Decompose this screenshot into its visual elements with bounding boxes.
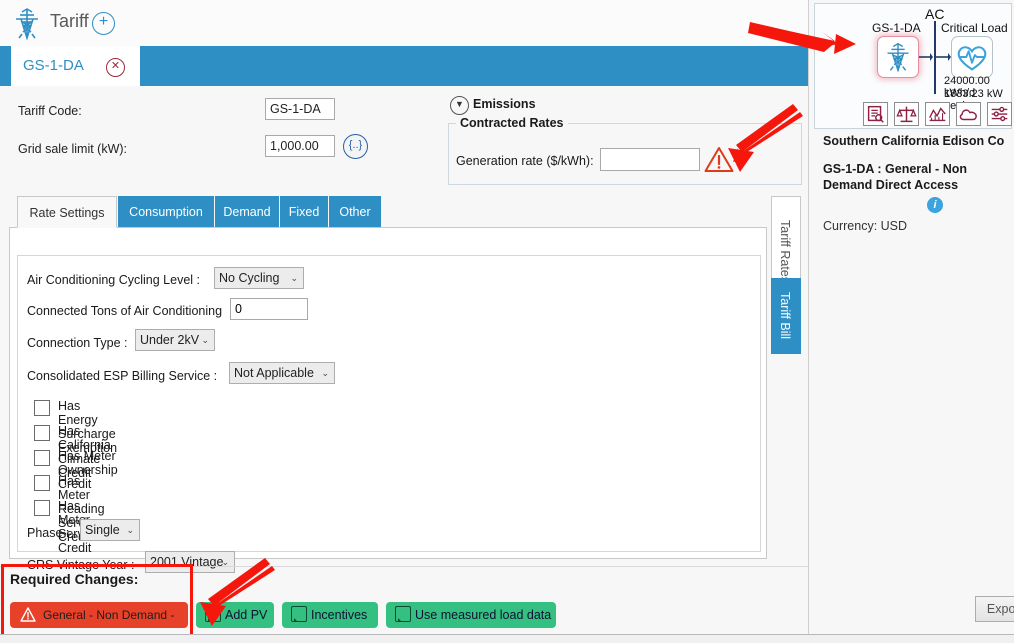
phase-select[interactable]: Single ⌄	[80, 519, 140, 541]
chevron-down-icon: ⌄	[221, 552, 229, 572]
export-button[interactable]: Export	[975, 596, 1014, 622]
main-content-column: Tariff + GS-1-DA ✕ Tariff Code: Grid sal…	[0, 0, 808, 642]
esp-billing-label: Consolidated ESP Billing Service :	[27, 369, 217, 383]
document-tab-gs-1-da[interactable]: GS-1-DA ✕	[8, 46, 140, 86]
close-icon[interactable]: ✕	[106, 58, 125, 77]
annotation-highlight-box	[1, 564, 193, 638]
add-pv-button[interactable]: Add PV	[196, 602, 274, 628]
source-node[interactable]	[877, 36, 919, 78]
generation-rate-input[interactable]	[600, 148, 700, 171]
tab-consumption[interactable]: Consumption	[118, 196, 214, 228]
grid-sale-limit-input[interactable]	[265, 135, 335, 157]
use-measured-load-label: Use measured load data	[415, 602, 551, 628]
chevron-down-icon[interactable]: ▼	[450, 96, 469, 115]
sliders-icon[interactable]	[987, 102, 1012, 126]
checkbox-meter-ownership-credit[interactable]	[34, 450, 50, 466]
ac-cycling-value: No Cycling	[219, 271, 279, 285]
info-callout-icon	[291, 606, 307, 622]
incentives-label: Incentives	[311, 602, 367, 628]
cloud-icon[interactable]	[956, 102, 981, 126]
chevron-down-icon: ⌄	[201, 330, 209, 350]
phase-value: Single	[85, 523, 120, 537]
rate-settings-panel: Air Conditioning Cycling Level : No Cycl…	[9, 227, 767, 559]
esp-billing-select[interactable]: Not Applicable ⌄	[229, 362, 335, 384]
tariff-code-input[interactable]	[265, 98, 335, 120]
transmission-tower-icon	[878, 37, 918, 77]
emissions-section: ▼ Emissions Contracted Rates	[446, 92, 806, 188]
document-tab-label: GS-1-DA	[23, 57, 84, 74]
info-circle-icon[interactable]: i	[927, 197, 943, 213]
add-tariff-button[interactable]: +	[92, 12, 115, 35]
chevron-down-icon: ⌄	[290, 268, 298, 288]
add-pv-label: Add PV	[225, 602, 267, 628]
warning-triangle-icon	[704, 146, 734, 173]
connector-arrow-icon	[919, 50, 933, 64]
connected-tons-label: Connected Tons of Air Conditioning	[27, 304, 222, 318]
app-title: Tariff	[50, 11, 89, 32]
checkbox-energy-surcharge-exemption[interactable]	[34, 400, 50, 416]
esp-billing-value: Not Applicable	[234, 366, 314, 380]
incentives-button[interactable]: Incentives	[282, 602, 378, 628]
right-sidebar: AC GS-1-DA Critical Load	[808, 0, 1014, 642]
balance-scales-icon[interactable]	[894, 102, 919, 126]
tab-rate-settings[interactable]: Rate Settings	[17, 196, 117, 228]
chevron-down-icon: ⌄	[321, 363, 329, 383]
utility-name: Southern California Edison Co	[823, 134, 1013, 148]
tariff-basic-form: Tariff Code: Grid sale limit (kW): {..}	[0, 92, 440, 188]
info-callout-icon	[205, 606, 221, 622]
grid-sale-schedule-button[interactable]: {..}	[343, 134, 368, 159]
tariff-code-label: Tariff Code:	[18, 104, 82, 118]
app-header: Tariff +	[0, 0, 808, 46]
ac-bus-label: AC	[925, 6, 944, 22]
connection-type-label: Connection Type :	[27, 336, 128, 350]
ac-cycling-select[interactable]: No Cycling ⌄	[214, 267, 304, 289]
phase-label: Phase :	[27, 526, 69, 540]
diagram-toolbar	[863, 102, 1013, 126]
connector-arrow-icon	[936, 50, 951, 64]
source-node-label: GS-1-DA	[872, 21, 921, 35]
heart-pulse-icon	[952, 37, 992, 77]
emissions-label: Emissions	[473, 97, 536, 111]
load-node[interactable]	[951, 36, 993, 78]
tab-fixed[interactable]: Fixed	[280, 196, 328, 228]
checkbox-meter-services-credit[interactable]	[34, 500, 50, 516]
tab-other[interactable]: Other	[329, 196, 381, 228]
chevron-down-icon: ⌄	[126, 520, 134, 540]
tab-tariff-bill[interactable]: Tariff Bill	[771, 278, 801, 354]
load-node-label: Critical Load	[941, 21, 1008, 35]
connected-tons-input[interactable]	[230, 298, 308, 320]
tariff-full-name: GS-1-DA : General - Non Demand Direct Ac…	[823, 161, 1014, 193]
grid-sale-limit-label: Grid sale limit (kW):	[18, 142, 127, 156]
transmission-tower-icon	[10, 6, 44, 42]
checkbox-meter-reading-service-credit[interactable]	[34, 475, 50, 491]
connection-type-select[interactable]: Under 2kV ⌄	[135, 329, 215, 351]
document-tab-strip: GS-1-DA ✕	[0, 46, 808, 86]
tab-demand[interactable]: Demand	[215, 196, 279, 228]
use-measured-load-data-button[interactable]: Use measured load data	[386, 602, 556, 628]
checkbox-california-climate-credit[interactable]	[34, 425, 50, 441]
application-window: Tariff + GS-1-DA ✕ Tariff Code: Grid sal…	[0, 0, 1014, 642]
ac-cycling-label: Air Conditioning Cycling Level :	[27, 273, 200, 287]
rate-settings-inner-panel: Air Conditioning Cycling Level : No Cycl…	[17, 255, 761, 552]
rate-settings-tabs-container: Rate Settings Consumption Demand Fixed O…	[9, 196, 769, 560]
line-chart-icon[interactable]	[925, 102, 950, 126]
contracted-rates-title: Contracted Rates	[456, 116, 568, 130]
currency-label: Currency: USD	[823, 219, 907, 233]
system-diagram[interactable]: AC GS-1-DA Critical Load	[814, 3, 1012, 129]
report-search-icon[interactable]	[863, 102, 888, 126]
connection-type-value: Under 2kV	[140, 333, 199, 347]
info-callout-icon	[395, 606, 411, 622]
generation-rate-label: Generation rate ($/kWh):	[456, 154, 594, 168]
